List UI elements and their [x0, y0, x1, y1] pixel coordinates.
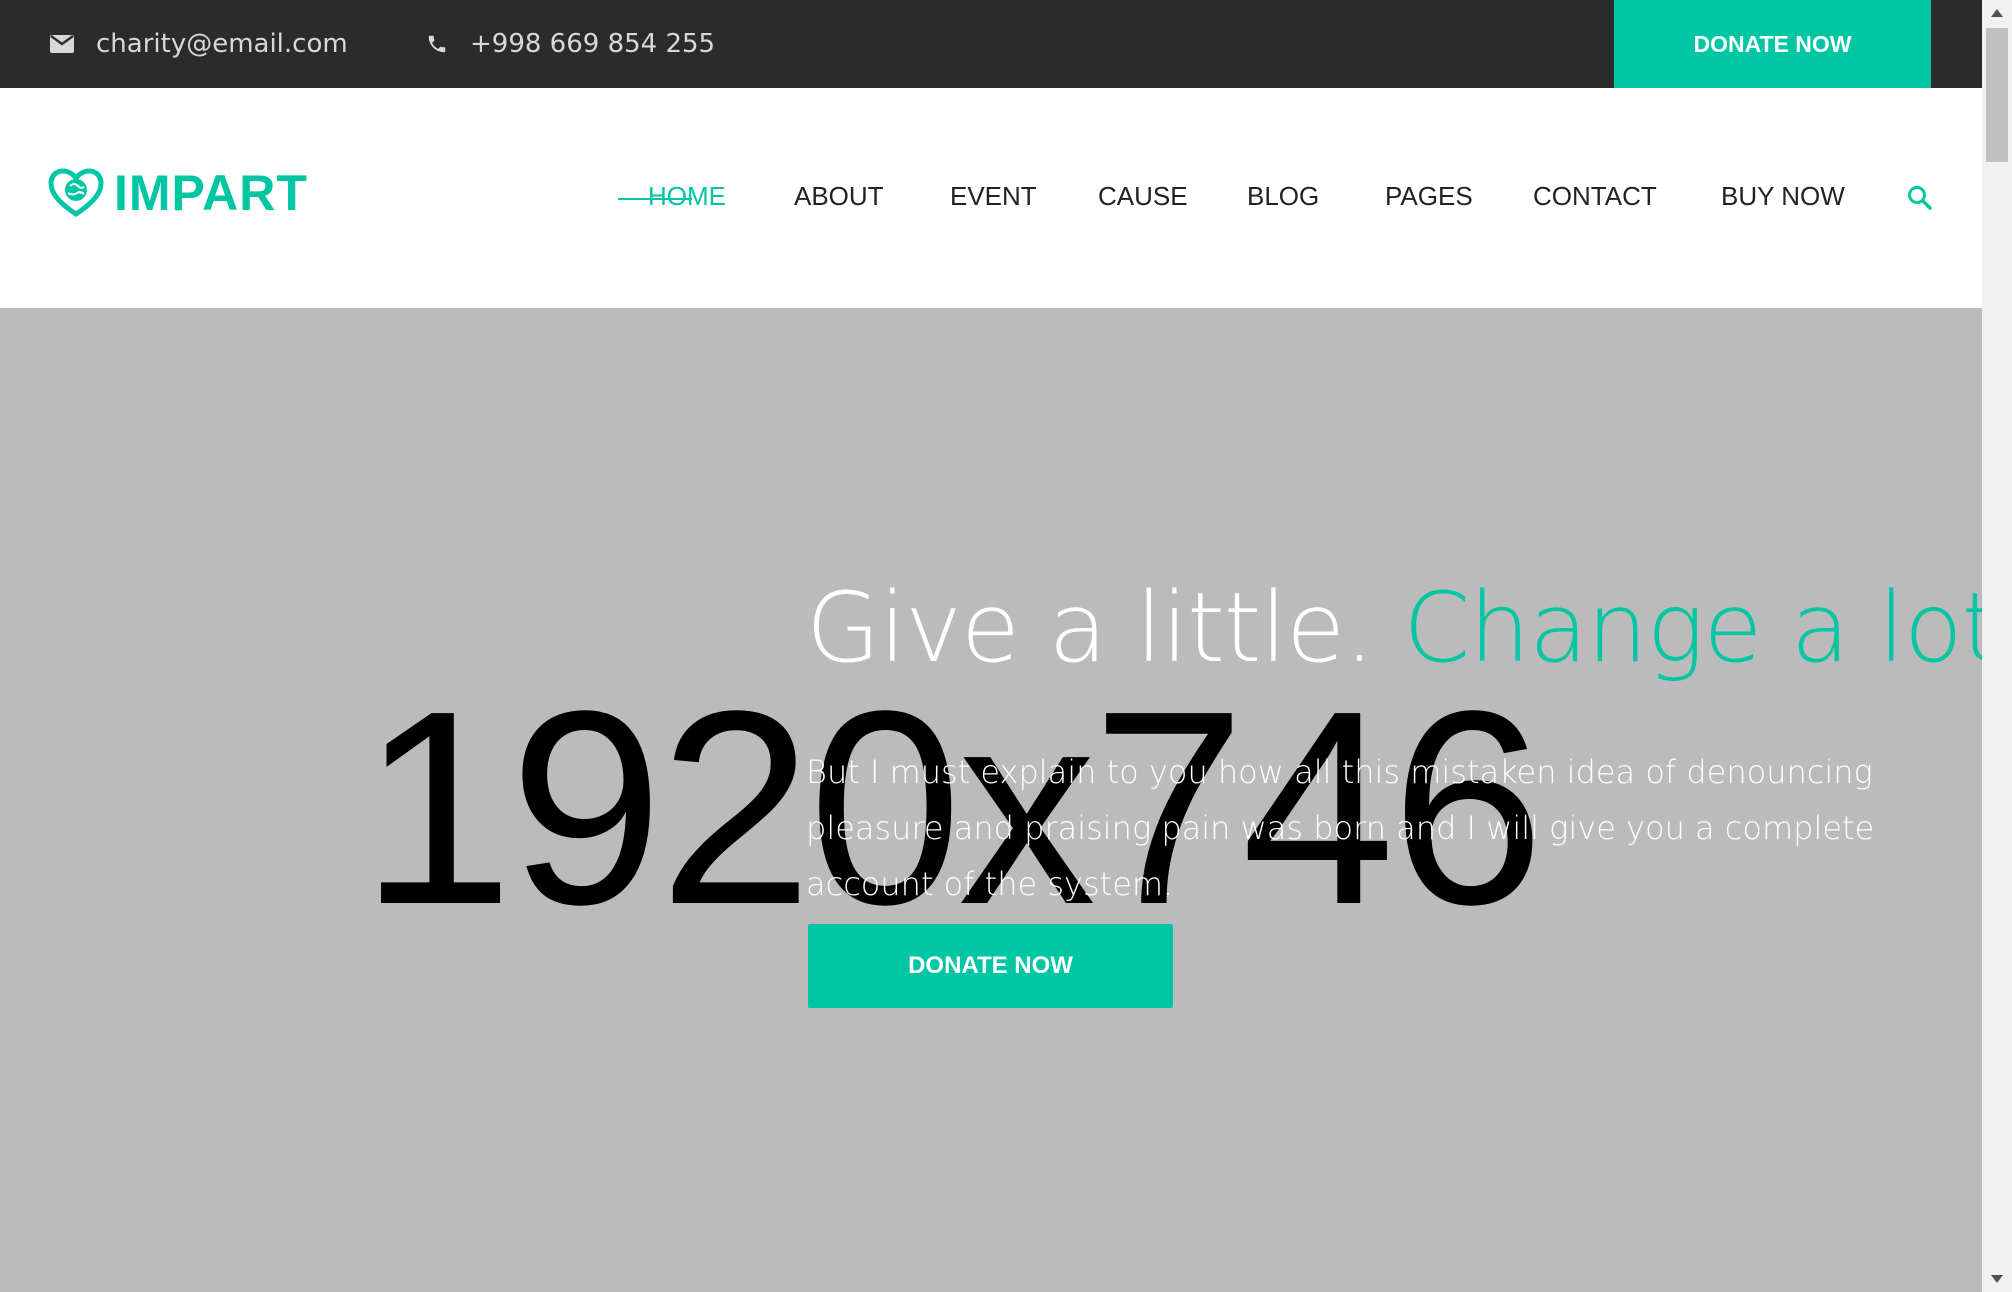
scroll-down-arrow-icon[interactable]: [1982, 1266, 2012, 1292]
nav-item-blog[interactable]: BLOG: [1247, 181, 1319, 212]
contact-email[interactable]: charity@email.com: [50, 0, 348, 88]
hero-description: But I must explain to you how all this m…: [806, 753, 1875, 903]
nav-item-pages[interactable]: PAGES: [1385, 181, 1473, 212]
hero-title-accent: Change a lot.: [1403, 572, 1982, 684]
page: charity@email.com +998 669 854 255 DONAT…: [0, 0, 1982, 1292]
site-header: IMPART HOME ABOUT EVENT CAUSE BLOG PAGES…: [0, 88, 1982, 308]
top-donate-button[interactable]: DONATE NOW: [1614, 0, 1931, 88]
main-nav: HOME ABOUT EVENT CAUSE BLOG PAGES CONTAC…: [0, 88, 1982, 308]
nav-item-about[interactable]: ABOUT: [794, 181, 884, 212]
phone-text: +998 669 854 255: [470, 29, 716, 59]
hero-title-part1: Give a little.: [806, 572, 1404, 684]
nav-item-home[interactable]: HOME: [648, 181, 726, 212]
vertical-scrollbar[interactable]: [1982, 0, 2012, 1292]
hero-banner: 1920x746 Give a little. Change a lot. Bu…: [0, 308, 1982, 1292]
scrollbar-thumb[interactable]: [1986, 28, 2008, 162]
top-bar: charity@email.com +998 669 854 255 DONAT…: [0, 0, 1982, 88]
hero-donate-button[interactable]: DONATE NOW: [808, 924, 1173, 1008]
contact-phone[interactable]: +998 669 854 255: [426, 0, 715, 88]
nav-item-event[interactable]: EVENT: [950, 181, 1037, 212]
scroll-up-arrow-icon[interactable]: [1982, 0, 2012, 26]
email-text: charity@email.com: [96, 29, 348, 59]
envelope-icon: [50, 35, 74, 53]
nav-item-contact[interactable]: CONTACT: [1533, 181, 1657, 212]
search-icon: [1908, 186, 1932, 210]
search-button[interactable]: [1906, 184, 1936, 214]
hero-title: Give a little. Change a lot.: [806, 572, 1982, 684]
phone-icon: [428, 35, 446, 53]
nav-item-cause[interactable]: CAUSE: [1098, 181, 1188, 212]
nav-item-buy-now[interactable]: BUY NOW: [1721, 181, 1845, 212]
